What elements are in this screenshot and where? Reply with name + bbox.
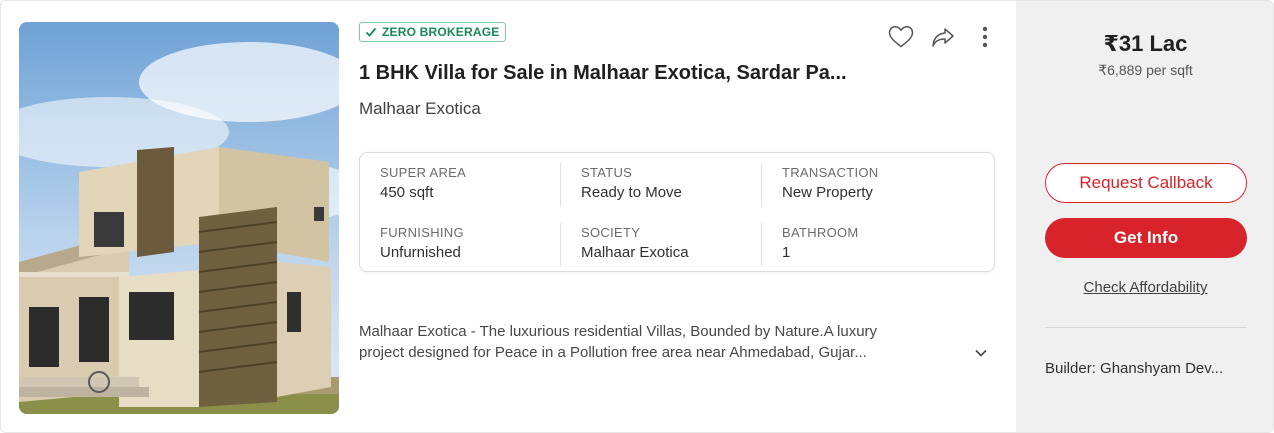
divider [1045,327,1247,328]
summary-status: STATUS Ready to Move [581,165,761,201]
summary-label: SOCIETY [581,225,641,240]
get-info-button[interactable]: Get Info [1045,218,1247,258]
share-icon [932,28,954,47]
summary-value: 450 sqft [380,184,434,201]
summary-value: Unfurnished [380,244,461,261]
pricing-panel: ₹31 Lac ₹6,889 per sqft Request Callback… [1016,1,1273,432]
heart-icon [888,26,914,48]
summary-label: STATUS [581,165,633,180]
summary-label: TRANSACTION [782,165,879,180]
request-callback-button[interactable]: Request Callback [1045,163,1247,203]
price: ₹31 Lac [1103,31,1188,56]
zero-brokerage-badge: ZERO BROKERAGE [359,22,507,42]
more-options-button[interactable] [971,23,999,51]
summary-value: Ready to Move [581,184,682,201]
badge-label: ZERO BROKERAGE [382,25,500,39]
listing-description: Malhaar Exotica - The luxurious resident… [359,321,967,363]
description-line-2: project designed for Peace in a Pollutio… [359,344,867,361]
chevron-down-icon[interactable] [973,345,989,361]
summary-value: New Property [782,184,873,201]
listing-actions [887,23,999,51]
summary-value: 1 [782,244,791,261]
shortlist-button[interactable] [887,23,915,51]
summary-furnishing: FURNISHING Unfurnished [380,225,560,261]
summary-super-area: SUPER AREA 450 sqft [380,165,560,201]
listing-title[interactable]: 1 BHK Villa for Sale in Malhaar Exotica,… [359,62,879,85]
summary-label: BATHROOM [782,225,859,240]
divider [560,223,561,267]
property-photo[interactable] [19,22,339,414]
summary-label: FURNISHING [380,225,464,240]
property-summary: SUPER AREA 450 sqft STATUS Ready to Move… [359,152,995,272]
price-per-sqft: ₹6,889 per sqft [1098,62,1193,78]
project-name[interactable]: Malhaar Exotica [359,99,481,119]
more-vertical-icon [982,26,988,48]
summary-bathroom: BATHROOM 1 [782,225,962,261]
villa-image [19,22,339,414]
description-line-1: Malhaar Exotica - The luxurious resident… [359,323,878,340]
check-affordability-link[interactable]: Check Affordability [1016,279,1273,296]
divider [560,163,561,207]
summary-transaction: TRANSACTION New Property [782,165,962,201]
summary-label: SUPER AREA [380,165,467,180]
divider [761,223,762,267]
check-icon [365,27,377,37]
summary-society[interactable]: SOCIETY Malhaar Exotica [581,225,761,261]
builder-name[interactable]: Builder: Ghanshyam Dev... [1045,360,1250,377]
summary-value[interactable]: Malhaar Exotica [581,244,761,261]
property-listing-card: ZERO BROKERAGE 1 BHK Villa for Sale in M… [0,0,1274,433]
share-button[interactable] [929,23,957,51]
divider [761,163,762,207]
